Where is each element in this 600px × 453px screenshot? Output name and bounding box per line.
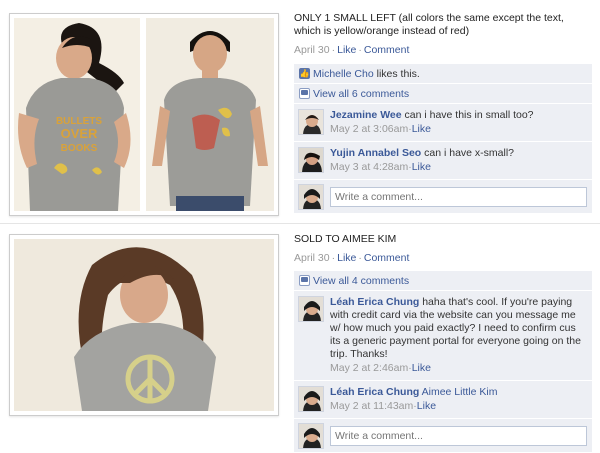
photo-girl-in-shirt[interactable]: BULLETS OVER BOOKS: [14, 18, 140, 211]
comment-author[interactable]: Jezamine Wee: [330, 109, 402, 121]
comment-meta: May 2 at 11:43am·Like: [330, 400, 437, 412]
view-all-link[interactable]: View all 6 comments: [313, 88, 409, 100]
comment-meta: May 3 at 4:28am·Like: [330, 161, 431, 173]
avatar[interactable]: [298, 109, 324, 135]
post-1-photo-frame[interactable]: BULLETS OVER BOOKS: [9, 13, 279, 216]
shirt-text-2: OVER: [61, 126, 98, 141]
post-2: SOLD TO AIMEE KIM April 30 · Like · Comment …: [0, 224, 600, 453]
comment-text: can i have x-small?: [424, 147, 515, 159]
liker-name[interactable]: Michelle Cho: [313, 68, 374, 80]
avatar[interactable]: [298, 296, 324, 322]
comment-link[interactable]: Comment: [364, 44, 410, 56]
post-date[interactable]: April 30: [294, 44, 330, 56]
thumbs-up-icon: 👍: [299, 68, 310, 79]
write-comment-row: [294, 419, 592, 453]
post-caption: ONLY 1 SMALL LEFT (all colors the same e…: [294, 12, 564, 37]
photo-girl-peace-shirt[interactable]: [14, 239, 274, 411]
comment-author[interactable]: Léah Erica Chung: [330, 296, 419, 308]
likes-text: likes this.: [376, 68, 420, 80]
comment-link[interactable]: Comment: [364, 252, 410, 264]
comment-like-link[interactable]: Like: [412, 161, 431, 173]
post-meta: April 30 · Like · Comment: [294, 44, 410, 56]
avatar[interactable]: [298, 423, 324, 449]
comment-like-link[interactable]: Like: [412, 362, 431, 374]
comment: Yujin Annabel Seo can i have x-small? Ma…: [294, 142, 592, 180]
view-all-comments[interactable]: View all 6 comments: [294, 84, 592, 104]
post-1-content: ONLY 1 SMALL LEFT (all colors the same e…: [294, 12, 594, 214]
post-meta: April 30 · Like · Comment: [294, 252, 410, 264]
comment: Léah Erica Chung Aimee Little Kim May 2 …: [294, 381, 592, 419]
view-all-link[interactable]: View all 4 comments: [313, 275, 409, 287]
like-link[interactable]: Like: [337, 44, 356, 56]
post-1: BULLETS OVER BOOKS ONLY 1 SMALL LEFT (al…: [0, 0, 600, 224]
comment-bubble-icon: [299, 275, 310, 286]
comment: Léah Erica Chung haha that's cool. If yo…: [294, 291, 592, 381]
comment-time[interactable]: May 2 at 11:43am: [330, 400, 413, 412]
post-2-photo-frame[interactable]: [9, 234, 279, 416]
comment-input[interactable]: [330, 426, 587, 446]
photo-boy-in-shirt[interactable]: [146, 18, 274, 211]
avatar[interactable]: [298, 184, 324, 210]
post-caption: SOLD TO AIMEE KIM: [294, 233, 397, 245]
comment-like-link[interactable]: Like: [412, 123, 431, 135]
comment-meta: May 2 at 3:06am·Like: [330, 123, 431, 135]
avatar[interactable]: [298, 386, 324, 412]
avatar[interactable]: [298, 147, 324, 173]
view-all-comments[interactable]: View all 4 comments: [294, 271, 592, 291]
comment-time[interactable]: May 3 at 4:28am: [330, 161, 408, 173]
tagged-name[interactable]: Aimee Little Kim: [422, 386, 498, 398]
likes-row: 👍 Michelle Cho likes this.: [294, 64, 592, 84]
write-comment-row: [294, 180, 592, 214]
shirt-text-3: BOOKS: [61, 143, 98, 154]
like-link[interactable]: Like: [337, 252, 356, 264]
comment-text: can i have this in small too?: [404, 109, 534, 121]
comment-like-link[interactable]: Like: [417, 400, 436, 412]
comment-time[interactable]: May 2 at 3:06am: [330, 123, 408, 135]
comment-time[interactable]: May 2 at 2:46am: [330, 362, 408, 374]
comment-author[interactable]: Léah Erica Chung: [330, 386, 419, 398]
comment-input[interactable]: [330, 187, 587, 207]
comment-bubble-icon: [299, 88, 310, 99]
post-date[interactable]: April 30: [294, 252, 330, 264]
post-2-content: SOLD TO AIMEE KIM April 30 · Like · Comment …: [294, 233, 594, 453]
comment-meta: May 2 at 2:46am·Like: [330, 362, 431, 374]
comment-author[interactable]: Yujin Annabel Seo: [330, 147, 421, 159]
comment: Jezamine Wee can i have this in small to…: [294, 104, 592, 142]
